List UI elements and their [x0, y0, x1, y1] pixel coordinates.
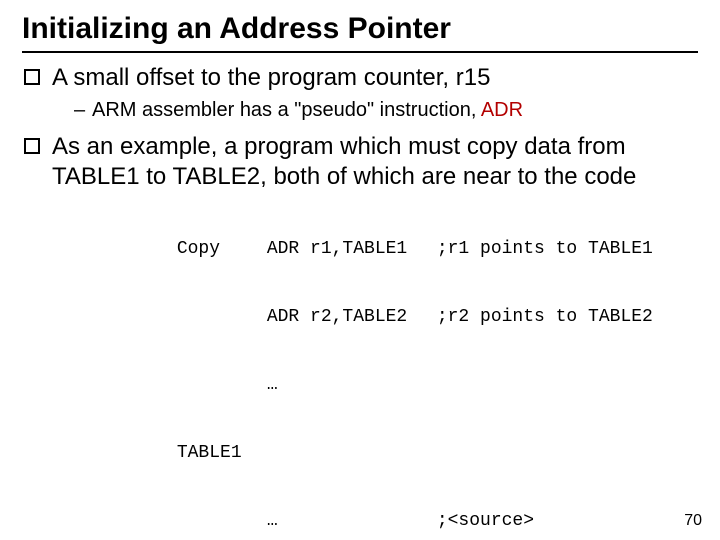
code-label: TABLE1 — [177, 444, 267, 462]
bullet-1-sublist: ARM assembler has a "pseudo" instruction… — [52, 97, 698, 124]
page-title: Initializing an Address Pointer — [22, 12, 698, 53]
bullet-1-text: A small offset to the program counter, r… — [52, 64, 490, 91]
code-row-4: TABLE1 — [112, 426, 698, 480]
page-number: 70 — [684, 512, 702, 530]
code-row-3: … — [112, 358, 698, 412]
bullet-1-sub: ARM assembler has a "pseudo" instruction… — [74, 97, 698, 124]
code-row-5: …;<source> — [112, 494, 698, 540]
code-row-1: CopyADR r1,TABLE1;r1 points to TABLE1 — [112, 222, 698, 276]
code-block: CopyADR r1,TABLE1;r1 points to TABLE1 AD… — [112, 222, 698, 540]
code-instr: … — [267, 376, 437, 394]
bullet-2-text: As an example, a program which must copy… — [52, 133, 636, 190]
code-comment: ;<source> — [437, 512, 534, 530]
code-comment: ;r2 points to TABLE2 — [437, 308, 653, 326]
code-instr: ADR r2,TABLE2 — [267, 308, 437, 326]
slide: Initializing an Address Pointer A small … — [0, 0, 720, 540]
bullet-2: As an example, a program which must copy… — [24, 132, 698, 192]
bullet-1: A small offset to the program counter, r… — [24, 63, 698, 124]
code-row-2: ADR r2,TABLE2;r2 points to TABLE2 — [112, 290, 698, 344]
bullet-1-sub-prefix: ARM assembler has a "pseudo" instruction… — [92, 99, 481, 121]
bullet-list: A small offset to the program counter, r… — [22, 63, 698, 192]
code-label: Copy — [177, 240, 267, 258]
code-comment: ;r1 points to TABLE1 — [437, 240, 653, 258]
bullet-1-sub-adr: ADR — [481, 99, 523, 121]
code-instr: … — [267, 512, 437, 530]
code-instr: ADR r1,TABLE1 — [267, 240, 437, 258]
